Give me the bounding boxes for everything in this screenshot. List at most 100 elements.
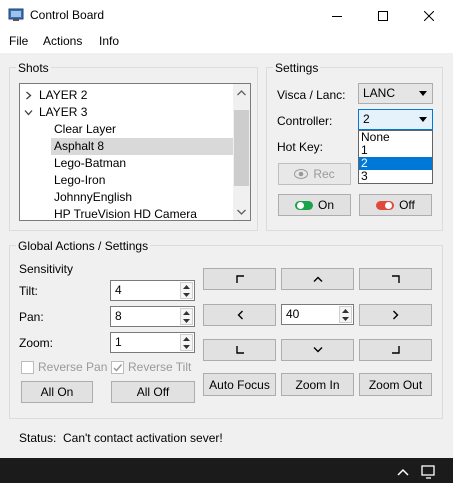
pan-down-button[interactable] bbox=[281, 339, 354, 361]
tree-item-label: HP TrueVision HD Camera bbox=[54, 207, 197, 221]
zoom-out-label: Zoom Out bbox=[368, 377, 423, 392]
menu-actions[interactable]: Actions bbox=[43, 34, 82, 48]
tree-item[interactable]: JohnnyEnglish bbox=[51, 189, 234, 206]
tree-item[interactable]: LAYER 3 bbox=[20, 104, 234, 121]
tree-item-label: LAYER 3 bbox=[39, 105, 88, 119]
maximize-icon bbox=[378, 10, 388, 21]
chevron-up-icon bbox=[237, 89, 246, 95]
all-on-label: All On bbox=[40, 385, 74, 399]
tree-item[interactable]: HP TrueVision HD Camera bbox=[51, 206, 234, 221]
auto-focus-button[interactable]: Auto Focus bbox=[203, 373, 276, 396]
pan-down-left-button[interactable] bbox=[203, 339, 276, 361]
tree-item[interactable]: Asphalt 8 bbox=[51, 138, 233, 155]
pan-up-right-button[interactable] bbox=[359, 268, 432, 290]
controller-select[interactable]: 2 bbox=[358, 109, 433, 130]
tree-item[interactable]: LAYER 2 bbox=[20, 87, 234, 104]
pan-up-left-button[interactable] bbox=[203, 268, 276, 290]
reverse-tilt-label: Reverse Tilt bbox=[128, 360, 192, 374]
shots-tree[interactable]: LAYER 2 LAYER 3 Clear Layer Asphalt 8 Lego-B… bbox=[19, 83, 251, 221]
scroll-thumb[interactable] bbox=[234, 110, 249, 186]
zoom-in-button[interactable]: Zoom In bbox=[281, 373, 354, 396]
tree-item-label: Lego-Iron bbox=[54, 173, 106, 187]
arrow-right-icon bbox=[392, 310, 398, 320]
settings-group-label: Settings bbox=[273, 61, 321, 75]
tilt-stepper[interactable]: 4 bbox=[110, 280, 195, 301]
toggle-off-icon bbox=[376, 200, 395, 210]
tree-item-label: Lego-Batman bbox=[54, 156, 127, 170]
menu-info[interactable]: Info bbox=[99, 34, 119, 48]
maximize-button[interactable] bbox=[360, 0, 406, 31]
reverse-pan-label: Reverse Pan bbox=[38, 360, 108, 374]
tree-item-label: JohnnyEnglish bbox=[54, 190, 133, 204]
tree-item[interactable]: Lego-Batman bbox=[51, 155, 234, 172]
all-on-button[interactable]: All On bbox=[21, 381, 93, 403]
tree-item-label: LAYER 2 bbox=[39, 88, 88, 102]
visca-lanc-select[interactable]: LANC bbox=[358, 83, 433, 104]
arrow-left-icon bbox=[237, 310, 243, 320]
minimize-icon bbox=[332, 15, 342, 17]
controller-option[interactable]: 2 bbox=[359, 157, 432, 170]
on-button[interactable]: On bbox=[278, 194, 351, 216]
chevron-down-icon bbox=[237, 209, 246, 215]
minimize-button[interactable] bbox=[314, 0, 360, 31]
scroll-up-button[interactable] bbox=[233, 84, 250, 101]
controller-label: Controller: bbox=[277, 114, 333, 128]
chevron-down-icon bbox=[419, 117, 427, 122]
visca-lanc-value: LANC bbox=[363, 86, 396, 100]
controller-dropdown-list: None 1 2 3 bbox=[358, 130, 433, 184]
chevron-down-icon bbox=[419, 91, 427, 96]
pan-left-button[interactable] bbox=[203, 304, 276, 326]
scroll-down-button[interactable] bbox=[233, 203, 250, 220]
reverse-pan-checkbox[interactable] bbox=[21, 361, 34, 374]
reverse-tilt-checkbox[interactable] bbox=[111, 361, 124, 374]
stepper-down-icon[interactable] bbox=[181, 343, 192, 350]
window-title: Control Board bbox=[30, 8, 105, 22]
arrow-up-right-icon bbox=[391, 275, 400, 283]
global-actions-label: Global Actions / Settings bbox=[16, 239, 151, 253]
visca-lanc-label: Visca / Lanc: bbox=[277, 88, 346, 102]
shots-scrollbar[interactable] bbox=[233, 84, 250, 220]
off-button[interactable]: Off bbox=[359, 194, 432, 216]
pan-down-right-button[interactable] bbox=[359, 339, 432, 361]
stepper-up-icon[interactable] bbox=[181, 335, 192, 342]
chevron-up-icon[interactable] bbox=[397, 468, 409, 476]
pan-right-button[interactable] bbox=[359, 304, 432, 326]
controller-option[interactable]: 3 bbox=[359, 170, 432, 183]
toggle-on-icon bbox=[294, 200, 313, 210]
tilt-value: 4 bbox=[115, 283, 122, 297]
stepper-down-icon[interactable] bbox=[181, 317, 192, 324]
pan-up-button[interactable] bbox=[281, 268, 354, 290]
zoom-stepper[interactable]: 1 bbox=[110, 332, 195, 353]
stepper-up-icon[interactable] bbox=[181, 283, 192, 290]
stepper-down-icon[interactable] bbox=[340, 315, 351, 322]
zoom-value: 1 bbox=[115, 335, 122, 349]
rec-button[interactable]: Rec bbox=[278, 163, 351, 185]
speed-stepper[interactable]: 40 bbox=[281, 304, 354, 325]
arrow-up-icon bbox=[313, 276, 322, 282]
tree-item[interactable]: Lego-Iron bbox=[51, 172, 234, 189]
pan-stepper[interactable]: 8 bbox=[110, 306, 195, 327]
all-off-label: All Off bbox=[136, 385, 170, 399]
controller-option[interactable]: 1 bbox=[359, 144, 432, 157]
close-button[interactable] bbox=[406, 0, 452, 31]
stepper-down-icon[interactable] bbox=[181, 291, 192, 298]
arrow-up-left-icon bbox=[235, 275, 244, 283]
stepper-up-icon[interactable] bbox=[181, 309, 192, 316]
off-label: Off bbox=[399, 198, 415, 212]
chevron-down-icon[interactable] bbox=[24, 108, 33, 117]
record-icon bbox=[294, 169, 309, 179]
sensitivity-label: Sensitivity bbox=[19, 262, 74, 276]
zoom-out-button[interactable]: Zoom Out bbox=[359, 373, 432, 396]
controller-option[interactable]: None bbox=[359, 131, 432, 144]
arrow-down-right-icon bbox=[391, 346, 400, 354]
tree-item[interactable]: Clear Layer bbox=[51, 121, 234, 138]
status-label: Status: bbox=[19, 431, 57, 445]
all-off-button[interactable]: All Off bbox=[111, 381, 195, 403]
pan-value: 8 bbox=[115, 309, 122, 323]
zoom-label: Zoom: bbox=[19, 336, 54, 350]
menu-file[interactable]: File bbox=[9, 34, 28, 48]
network-icon[interactable] bbox=[421, 465, 437, 479]
chevron-right-icon[interactable] bbox=[24, 91, 33, 100]
stepper-up-icon[interactable] bbox=[340, 307, 351, 314]
menu-bar: File Actions Info bbox=[0, 31, 453, 53]
